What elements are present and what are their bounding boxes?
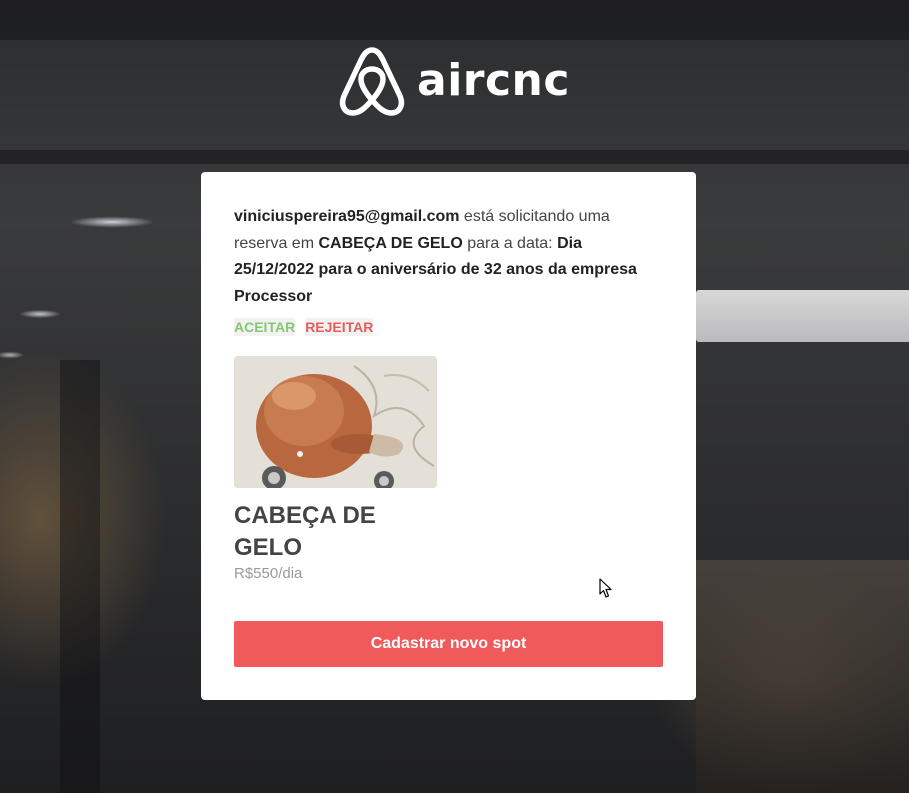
ceiling-beam (0, 150, 909, 164)
accept-button[interactable]: ACEITAR (234, 318, 296, 336)
request-text-part: para a data: (462, 234, 558, 252)
office-window-image (696, 560, 909, 793)
mouse-cursor-icon (599, 578, 613, 605)
air-conditioner-image (696, 290, 909, 342)
spot-title: CABEÇA DE GELO (234, 502, 376, 561)
register-new-spot-button[interactable]: Cadastrar novo spot (234, 621, 663, 667)
airbnb-belo-icon (339, 46, 405, 116)
spot-thumbnail (234, 356, 437, 488)
booking-request-text: viniciuspereira95@gmail.com está solicit… (234, 204, 664, 310)
wall-column (60, 360, 100, 793)
requester-email: viniciuspereira95@gmail.com (234, 208, 460, 225)
app-logo: aircnc (339, 46, 570, 116)
request-actions: ACEITAR REJEITAR (234, 318, 663, 336)
ceiling-beam (0, 0, 909, 40)
booking-card: viniciuspereira95@gmail.com está solicit… (201, 172, 696, 700)
requested-spot-name: CABEÇA DE GELO (318, 234, 463, 252)
reject-button[interactable]: REJEITAR (305, 318, 374, 336)
brand-name: aircnc (417, 55, 570, 106)
